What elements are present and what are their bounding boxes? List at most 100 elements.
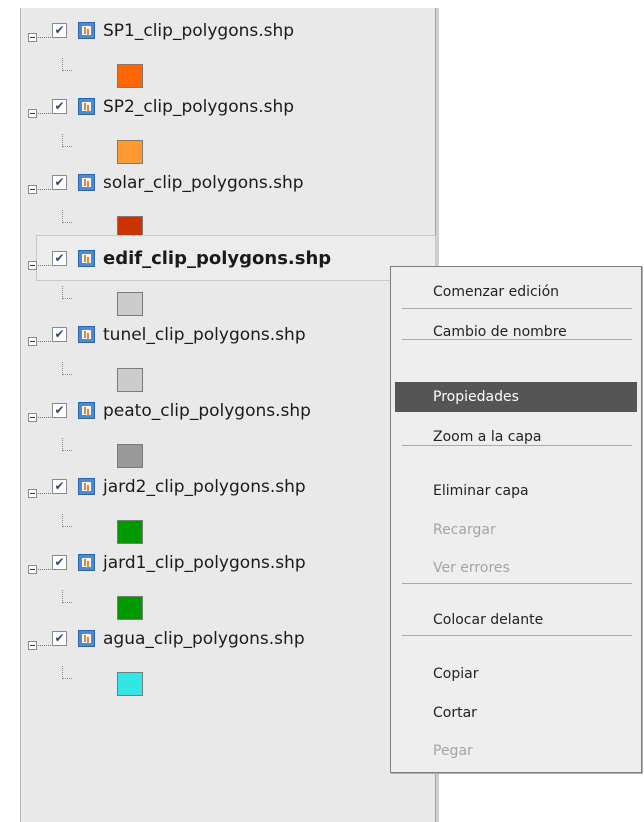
symbol-swatch[interactable] bbox=[117, 292, 143, 316]
menu-item: Pegar bbox=[433, 743, 473, 759]
tree-connector bbox=[38, 645, 51, 646]
checkmark-icon: ✔ bbox=[54, 23, 65, 37]
minus-box-icon[interactable] bbox=[28, 185, 37, 194]
menu-item[interactable]: Zoom a la capa bbox=[395, 422, 637, 452]
legend-connector bbox=[62, 58, 72, 71]
layer-row[interactable]: ✔ SP1_clip_polygons.shp bbox=[21, 12, 435, 50]
layer-row[interactable]: ✔ jard2_clip_polygons.shp bbox=[21, 468, 435, 506]
layer-name[interactable]: SP1_clip_polygons.shp bbox=[103, 17, 294, 45]
vector-layer-icon bbox=[78, 402, 95, 419]
layer-row[interactable]: ✔ peato_clip_polygons.shp bbox=[21, 392, 435, 430]
legend-connector bbox=[62, 362, 72, 375]
layer-name[interactable]: solar_clip_polygons.shp bbox=[103, 169, 304, 197]
layer-visibility-checkbox[interactable]: ✔ bbox=[52, 555, 67, 570]
layer-visibility-checkbox[interactable]: ✔ bbox=[52, 631, 67, 646]
legend-row bbox=[21, 582, 435, 620]
legend-connector bbox=[62, 590, 72, 603]
legend-connector bbox=[62, 666, 72, 679]
symbol-swatch[interactable] bbox=[117, 64, 143, 88]
symbol-swatch[interactable] bbox=[117, 368, 143, 392]
tree-connector bbox=[38, 569, 51, 570]
vector-layer-icon bbox=[78, 478, 95, 495]
layer-row[interactable]: ✔ tunel_clip_polygons.shp bbox=[21, 316, 435, 354]
tree-connector bbox=[38, 37, 51, 38]
minus-box-icon[interactable] bbox=[28, 565, 37, 574]
vector-layer-icon bbox=[78, 326, 95, 343]
layer-name[interactable]: tunel_clip_polygons.shp bbox=[103, 321, 306, 349]
legend-row bbox=[21, 126, 435, 164]
layer-row[interactable]: ✔ jard1_clip_polygons.shp bbox=[21, 544, 435, 582]
menu-item[interactable]: Copiar bbox=[395, 659, 637, 689]
checkmark-icon: ✔ bbox=[54, 327, 65, 341]
tree-connector bbox=[38, 265, 51, 266]
checkmark-icon: ✔ bbox=[54, 631, 65, 645]
menu-separator bbox=[402, 635, 632, 636]
legend-row bbox=[21, 50, 435, 88]
layer-visibility-checkbox[interactable]: ✔ bbox=[52, 251, 67, 266]
layers-panel: ✔ SP1_clip_polygons.shp ✔ SP2_clip_polygons… bbox=[20, 8, 436, 822]
symbol-swatch[interactable] bbox=[117, 520, 143, 544]
layer-visibility-checkbox[interactable]: ✔ bbox=[52, 175, 67, 190]
minus-box-icon[interactable] bbox=[28, 413, 37, 422]
symbol-swatch[interactable] bbox=[117, 140, 143, 164]
legend-connector bbox=[62, 514, 72, 527]
menu-item: Ver errores bbox=[433, 560, 510, 576]
minus-box-icon[interactable] bbox=[28, 33, 37, 42]
layer-tree: ✔ SP1_clip_polygons.shp ✔ SP2_clip_polygons… bbox=[21, 8, 436, 822]
menu-separator bbox=[402, 445, 632, 446]
legend-connector bbox=[62, 210, 72, 223]
checkmark-icon: ✔ bbox=[54, 251, 65, 265]
menu-item[interactable]: Cortar bbox=[395, 698, 637, 728]
layer-name[interactable]: jard2_clip_polygons.shp bbox=[103, 473, 306, 501]
minus-box-icon[interactable] bbox=[28, 641, 37, 650]
layer-visibility-checkbox[interactable]: ✔ bbox=[52, 403, 67, 418]
layer-name[interactable]: jard1_clip_polygons.shp bbox=[103, 549, 306, 577]
minus-box-icon[interactable] bbox=[28, 489, 37, 498]
layer-row[interactable]: ✔ agua_clip_polygons.shp bbox=[21, 620, 435, 658]
layer-name[interactable]: peato_clip_polygons.shp bbox=[103, 397, 311, 425]
layer-row[interactable]: ✔ SP2_clip_polygons.shp bbox=[21, 88, 435, 126]
minus-box-icon[interactable] bbox=[28, 109, 37, 118]
checkmark-icon: ✔ bbox=[54, 403, 65, 417]
tree-connector bbox=[38, 493, 51, 494]
checkmark-icon: ✔ bbox=[54, 555, 65, 569]
layer-name[interactable]: edif_clip_polygons.shp bbox=[103, 245, 331, 273]
menu-separator bbox=[402, 339, 632, 340]
minus-box-icon[interactable] bbox=[28, 261, 37, 270]
tree-connector bbox=[38, 417, 51, 418]
layer-row[interactable]: ✔ solar_clip_polygons.shp bbox=[21, 164, 435, 202]
menu-separator bbox=[402, 583, 632, 584]
minus-box-icon[interactable] bbox=[28, 337, 37, 346]
menu-item[interactable]: Comenzar edición bbox=[395, 277, 637, 307]
layer-name[interactable]: agua_clip_polygons.shp bbox=[103, 625, 305, 653]
menu-item: Recargar bbox=[433, 522, 496, 538]
symbol-swatch[interactable] bbox=[117, 672, 143, 696]
layer-visibility-checkbox[interactable]: ✔ bbox=[52, 327, 67, 342]
checkmark-icon: ✔ bbox=[54, 99, 65, 113]
layer-row[interactable]: ✔ edif_clip_polygons.shp bbox=[21, 235, 436, 281]
symbol-swatch[interactable] bbox=[117, 444, 143, 468]
legend-row bbox=[21, 430, 435, 468]
vector-layer-icon bbox=[78, 554, 95, 571]
menu-item[interactable]: Eliminar capa bbox=[395, 476, 637, 506]
checkmark-icon: ✔ bbox=[54, 479, 65, 493]
vector-layer-icon bbox=[78, 22, 95, 39]
menu-item[interactable]: Colocar delante bbox=[395, 605, 637, 635]
symbol-swatch[interactable] bbox=[117, 596, 143, 620]
legend-connector bbox=[62, 286, 72, 299]
tree-connector bbox=[38, 113, 51, 114]
vector-layer-icon bbox=[78, 98, 95, 115]
layer-visibility-checkbox[interactable]: ✔ bbox=[52, 99, 67, 114]
layer-visibility-checkbox[interactable]: ✔ bbox=[52, 479, 67, 494]
layer-context-menu: Comenzar edición Cambio de nombre Propieda… bbox=[390, 266, 642, 773]
legend-connector bbox=[62, 134, 72, 147]
vector-layer-icon bbox=[78, 174, 95, 191]
menu-item[interactable]: Cambio de nombre bbox=[395, 317, 637, 347]
vector-layer-icon bbox=[78, 250, 95, 267]
layer-visibility-checkbox[interactable]: ✔ bbox=[52, 23, 67, 38]
tree-connector bbox=[38, 189, 51, 190]
legend-row bbox=[21, 506, 435, 544]
legend-row bbox=[21, 658, 435, 696]
menu-item[interactable]: Propiedades bbox=[395, 382, 637, 412]
layer-name[interactable]: SP2_clip_polygons.shp bbox=[103, 93, 294, 121]
